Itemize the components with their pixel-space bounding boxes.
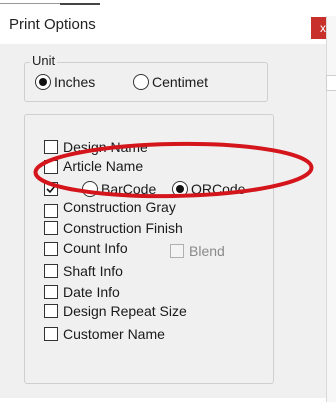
unit-group-label: Unit xyxy=(30,53,58,68)
article-name-label[interactable]: Article Name xyxy=(63,158,143,174)
count-info-label[interactable]: Count Info xyxy=(63,240,128,256)
radio-selected-dot xyxy=(176,185,184,193)
side-panel-field xyxy=(326,75,336,91)
design-repeat-size-label[interactable]: Design Repeat Size xyxy=(63,303,187,319)
centimet-label[interactable]: Centimet xyxy=(152,74,208,90)
construction-finish-label[interactable]: Construction Finish xyxy=(63,220,183,236)
construction-gray-checkbox[interactable] xyxy=(44,204,58,218)
window-title: Print Options xyxy=(9,16,96,33)
barcode-radio[interactable] xyxy=(82,181,98,197)
side-panel-edge xyxy=(326,16,336,402)
qrcode-label[interactable]: QRCode xyxy=(191,181,245,197)
customer-name-label[interactable]: Customer Name xyxy=(63,326,165,342)
top-divider-dark xyxy=(60,3,100,5)
design-repeat-size-checkbox[interactable] xyxy=(44,304,58,318)
date-info-checkbox[interactable] xyxy=(44,285,58,299)
article-name-checkbox[interactable] xyxy=(44,160,58,174)
construction-finish-checkbox[interactable] xyxy=(44,221,58,235)
blend-label[interactable]: Blend xyxy=(189,243,225,259)
blend-checkbox[interactable] xyxy=(170,244,184,258)
shaft-info-label[interactable]: Shaft Info xyxy=(63,263,123,279)
design-name-checkbox[interactable] xyxy=(44,140,58,154)
inches-label[interactable]: Inches xyxy=(54,74,95,90)
customer-name-checkbox[interactable] xyxy=(44,327,58,341)
check-icon xyxy=(46,185,56,194)
shaft-info-checkbox[interactable] xyxy=(44,264,58,278)
barcode-label[interactable]: BarCode xyxy=(101,181,156,197)
print-items-groupbox xyxy=(24,114,274,384)
design-name-label[interactable]: Design Name xyxy=(63,139,148,155)
radio-selected-dot xyxy=(39,78,47,86)
inches-radio[interactable] xyxy=(35,74,51,90)
date-info-label[interactable]: Date Info xyxy=(63,284,120,300)
code-checkbox[interactable] xyxy=(44,182,58,196)
count-info-checkbox[interactable] xyxy=(44,242,58,256)
qrcode-radio[interactable] xyxy=(172,181,188,197)
title-bar: Print Options x xyxy=(0,0,336,44)
centimet-radio[interactable] xyxy=(133,74,149,90)
